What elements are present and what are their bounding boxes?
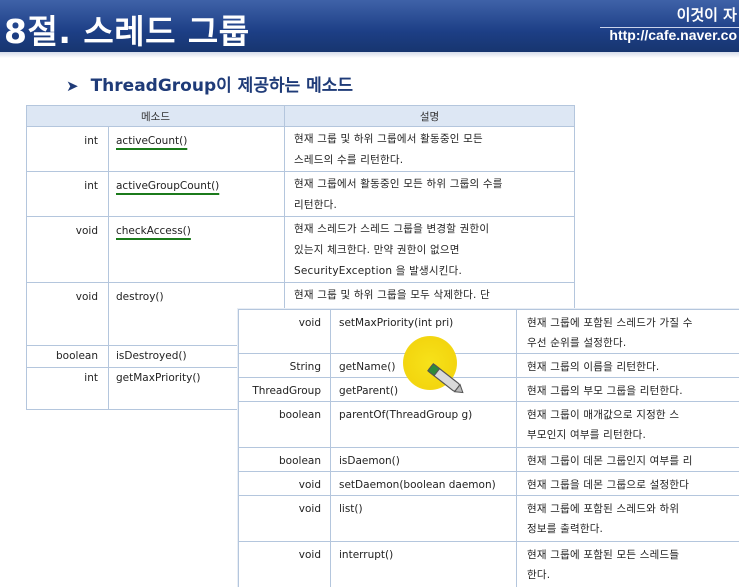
table-row: int activeCount() 현재 그룹 및 하위 그룹에서 활동중인 모… <box>26 126 576 172</box>
method-description: 현재 그룹에 포함된 모든 스레드들 한다. <box>516 541 739 587</box>
desc-line: 현재 그룹 및 하위 그룹을 모두 삭제한다. 단 <box>294 289 490 301</box>
method-description: 현재 그룹의 부모 그룹을 리턴한다. <box>516 377 739 402</box>
return-type: void <box>26 216 109 283</box>
desc-line: 정보를 출력한다. <box>527 523 604 535</box>
arrow-bullet-icon: ➤ <box>66 77 79 95</box>
return-type: void <box>238 541 331 587</box>
table-row: int activeGroupCount() 현재 그룹에서 활동중인 모든 하… <box>26 171 576 217</box>
table-row: boolean isDaemon() 현재 그룹이 데몬 그룹인지 여부를 리 <box>238 447 739 472</box>
table-row: String getName() 현재 그룹의 이름을 리턴한다. <box>238 353 739 378</box>
return-type: int <box>26 367 109 410</box>
desc-line: 부모인지 여부를 리턴한다. <box>527 429 647 441</box>
method-name: setDaemon(boolean daemon) <box>330 471 517 496</box>
table-row: void setMaxPriority(int pri) 현재 그룹에 포함된 … <box>238 309 739 354</box>
desc-line: 현재 그룹에 포함된 스레드가 가질 수 <box>527 317 693 329</box>
book-title: 이것이 자 <box>676 6 737 24</box>
method-name: list() <box>330 495 517 542</box>
return-type: int <box>26 171 109 217</box>
desc-line: 한다. <box>527 569 551 581</box>
desc-line: 현재 그룹에 포함된 모든 스레드들 <box>527 549 680 561</box>
method-name: isDaemon() <box>330 447 517 472</box>
method-description: 현재 그룹의 이름을 리턴한다. <box>516 353 739 378</box>
desc-line: 현재 스레드가 스레드 그룹을 변경할 권한이 <box>294 223 490 235</box>
header-description: 설명 <box>284 105 576 127</box>
return-type: boolean <box>26 345 109 368</box>
desc-line: SecurityException 을 발생시킨다. <box>294 265 462 277</box>
method-name-text: activeGroupCount() <box>116 180 220 192</box>
return-type: int <box>26 126 109 172</box>
table-row: void list() 현재 그룹에 포함된 스레드와 하위 정보를 출력한다. <box>238 495 739 542</box>
slide-title: 8절. 스레드 그룹 <box>4 12 250 51</box>
desc-line: 우선 순위를 설정한다. <box>527 337 627 349</box>
method-name: checkAccess() <box>107 216 286 283</box>
return-type: String <box>238 353 331 378</box>
method-name: activeCount() <box>107 126 286 172</box>
method-table-front: void setMaxPriority(int pri) 현재 그룹에 포함된 … <box>238 309 739 587</box>
method-description: 현재 그룹 및 하위 그룹에서 활동중인 모든 스레드의 수를 리턴한다. <box>284 126 576 172</box>
return-type: boolean <box>238 447 331 472</box>
desc-line: 있는지 체크한다. 만약 권한이 없으면 <box>294 244 460 256</box>
method-description: 현재 스레드가 스레드 그룹을 변경할 권한이 있는지 체크한다. 만약 권한이… <box>284 216 576 283</box>
table-header-row: 메소드 설명 <box>25 105 576 127</box>
method-description: 현재 그룹에 포함된 스레드와 하위 정보를 출력한다. <box>516 495 739 542</box>
method-name-text: activeCount() <box>116 135 188 147</box>
section-title-text: ThreadGroup이 제공하는 메소드 <box>90 76 354 96</box>
pen-cursor-icon <box>427 363 464 394</box>
method-description: 현재 그룹이 데몬 그룹인지 여부를 리 <box>516 447 739 472</box>
return-type: ThreadGroup <box>238 377 331 402</box>
desc-line: 현재 그룹에서 활동중인 모든 하위 그룹의 수를 <box>294 178 503 190</box>
desc-line: 스레드의 수를 리턴한다. <box>294 154 404 166</box>
desc-line: 리턴한다. <box>294 199 337 211</box>
method-name: activeGroupCount() <box>107 171 286 217</box>
return-type: void <box>238 471 331 496</box>
method-name: parentOf(ThreadGroup g) <box>330 401 517 448</box>
header-shadow-line <box>0 52 739 58</box>
table-row: void checkAccess() 현재 스레드가 스레드 그룹을 변경할 권… <box>26 216 576 283</box>
method-description: 현재 그룹에서 활동중인 모든 하위 그룹의 수를 리턴한다. <box>284 171 576 217</box>
table-row: boolean parentOf(ThreadGroup g) 현재 그룹이 매… <box>238 401 739 448</box>
method-description: 현재 그룹을 데몬 그룹으로 설정한다 <box>516 471 739 496</box>
method-name: interrupt() <box>330 541 517 587</box>
return-type: void <box>26 282 109 346</box>
method-name-text: checkAccess() <box>116 225 191 237</box>
return-type: void <box>238 309 331 354</box>
slide-header: 8절. 스레드 그룹 이것이 자 http://cafe.naver.co <box>0 0 739 52</box>
return-type: boolean <box>238 401 331 448</box>
section-title: ➤ ThreadGroup이 제공하는 메소드 <box>66 71 353 96</box>
table-row: void setDaemon(boolean daemon) 현재 그룹을 데몬… <box>238 471 739 496</box>
desc-line: 현재 그룹이 매개값으로 지정한 스 <box>527 409 680 421</box>
table-row: ThreadGroup getParent() 현재 그룹의 부모 그룹을 리턴… <box>238 377 739 402</box>
cafe-url: http://cafe.naver.co <box>609 27 737 43</box>
method-description: 현재 그룹이 매개값으로 지정한 스 부모인지 여부를 리턴한다. <box>516 401 739 448</box>
desc-line: 현재 그룹에 포함된 스레드와 하위 <box>527 503 680 515</box>
desc-line: 현재 그룹 및 하위 그룹에서 활동중인 모든 <box>294 133 483 145</box>
table-row: void interrupt() 현재 그룹에 포함된 모든 스레드들 한다. <box>238 541 739 587</box>
method-description: 현재 그룹에 포함된 스레드가 가질 수 우선 순위를 설정한다. <box>516 309 739 354</box>
header-method: 메소드 <box>25 105 286 127</box>
return-type: void <box>238 495 331 542</box>
